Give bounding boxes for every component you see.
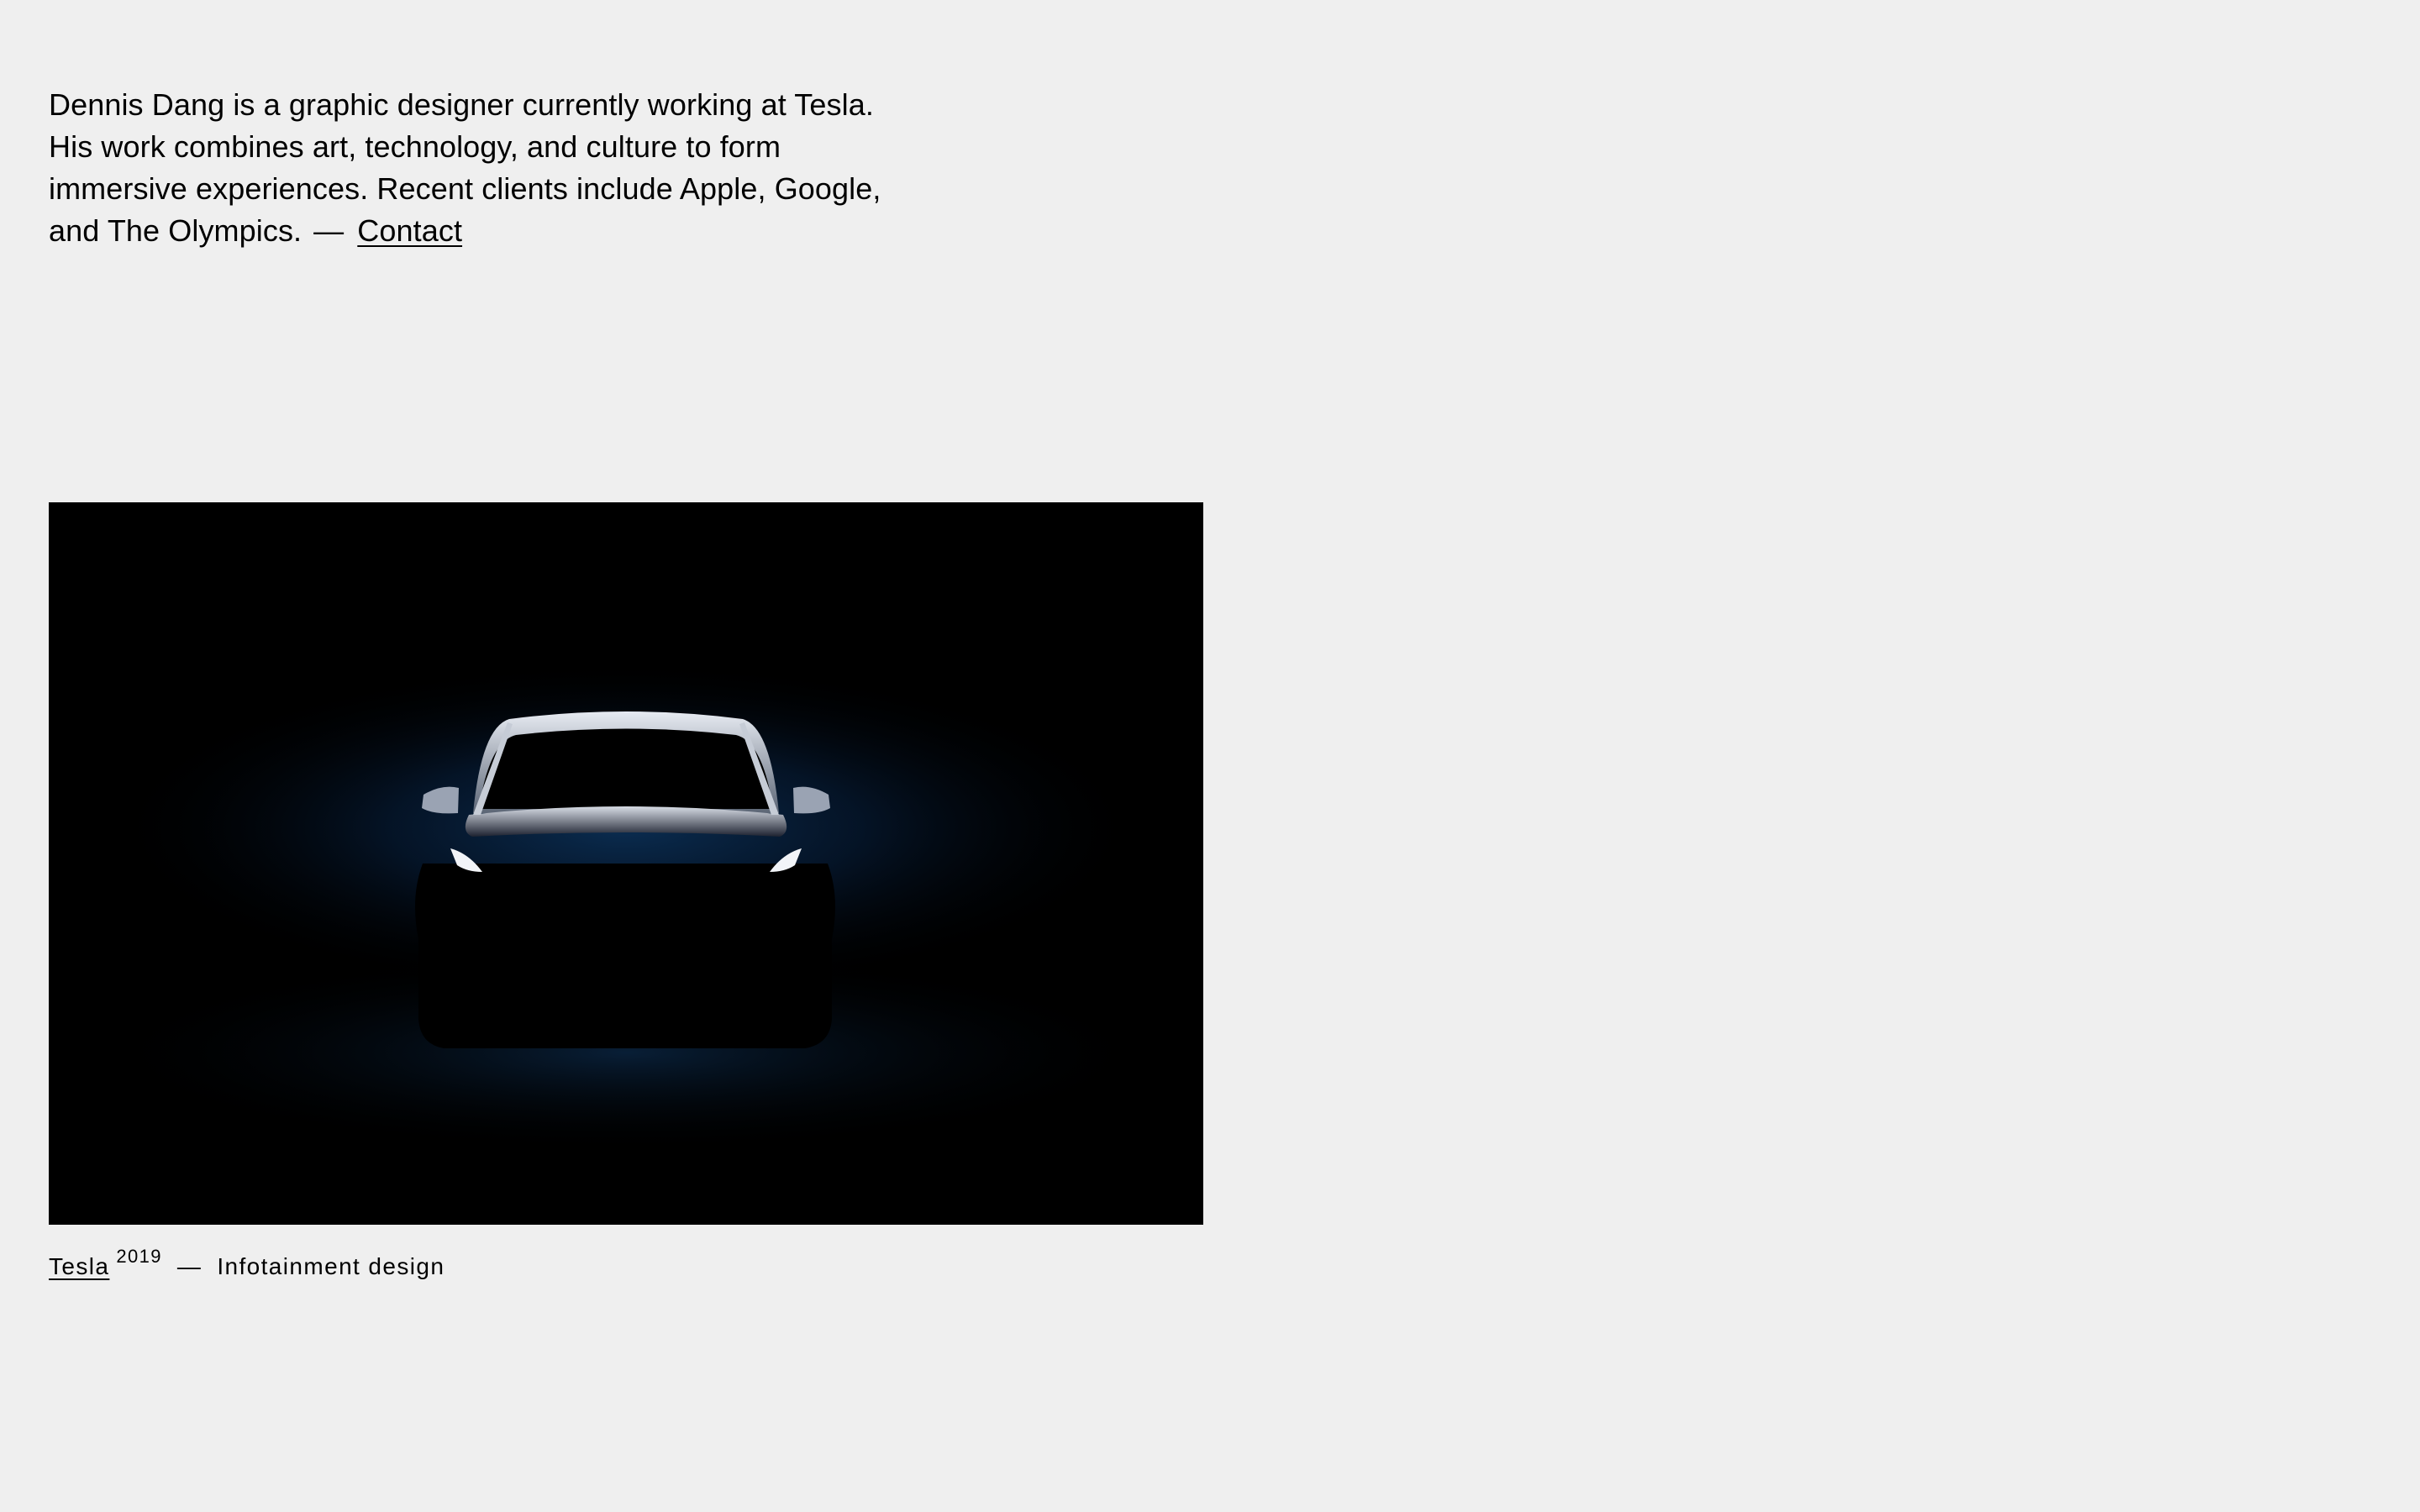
project-image[interactable] <box>49 502 1203 1225</box>
intro-paragraph: Dennis Dang is a graphic designer curren… <box>49 84 897 252</box>
project-client-link[interactable]: Tesla <box>49 1253 109 1279</box>
project-year: 2019 <box>116 1246 162 1267</box>
project-description: Infotainment design <box>217 1253 445 1279</box>
caption-separator: — <box>176 1253 203 1279</box>
car-silhouette-icon <box>49 502 1203 1225</box>
contact-link[interactable]: Contact <box>357 213 462 248</box>
page: Dennis Dang is a graphic designer curren… <box>0 0 2420 1512</box>
intro-text: Dennis Dang is a graphic designer curren… <box>49 87 881 248</box>
project-caption: Tesla 2019 — Infotainment design <box>49 1246 445 1285</box>
intro-separator: — <box>313 213 345 248</box>
